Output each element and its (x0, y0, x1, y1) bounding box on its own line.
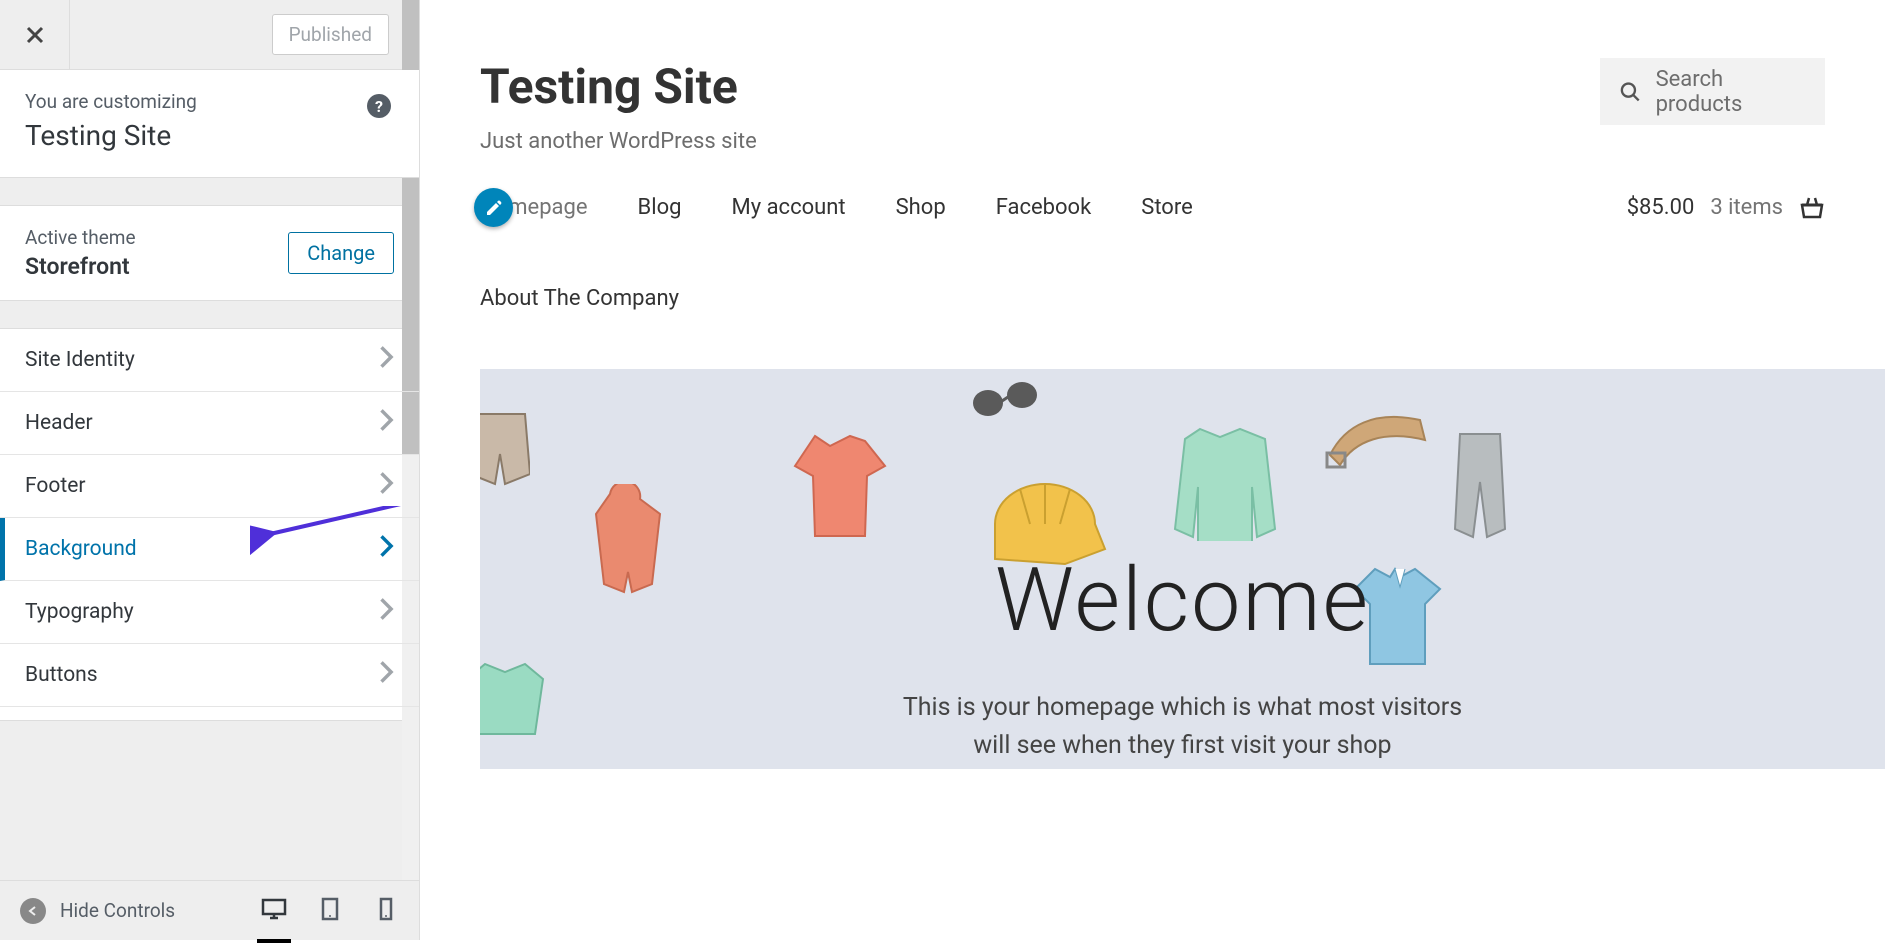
device-buttons (261, 896, 399, 926)
cart-items-count: 3 items (1710, 195, 1783, 220)
search-placeholder: Search products (1656, 67, 1805, 117)
chevron-right-icon (380, 409, 394, 437)
search-input[interactable]: Search products (1600, 58, 1825, 125)
sunglasses-illustration (970, 373, 1040, 428)
theme-name: Storefront (25, 253, 136, 280)
cart-total: $85.00 (1627, 195, 1695, 220)
menu-item-background[interactable]: Background (0, 518, 419, 581)
edit-shortcut-button[interactable] (474, 188, 513, 227)
device-desktop-button[interactable] (261, 896, 287, 926)
menu-item-buttons[interactable]: Buttons (0, 644, 419, 707)
collapse-icon (20, 898, 46, 924)
device-mobile-button[interactable] (373, 896, 399, 926)
help-icon[interactable]: ? (367, 94, 391, 118)
chevron-right-icon (380, 535, 394, 563)
active-theme-row: Active theme Storefront Change (0, 206, 419, 301)
menu-gap (0, 707, 419, 721)
menu-item-label: Typography (25, 600, 134, 624)
customizer-title-section: You are customizing Testing Site ? (0, 70, 419, 178)
nav-link-myaccount[interactable]: My account (732, 195, 846, 220)
preview-pane: Testing Site Just another WordPress site… (420, 0, 1885, 940)
menu-item-label: Site Identity (25, 348, 135, 372)
hero-section: Welcome This is your homepage which is w… (480, 369, 1885, 769)
trousers-illustration (1450, 429, 1510, 539)
menu-item-footer[interactable]: Footer (0, 455, 419, 518)
mobile-icon (373, 896, 399, 922)
hero-subtitle-line1: This is your homepage which is what most… (903, 693, 1462, 722)
spacer (0, 178, 419, 206)
chevron-right-icon (380, 661, 394, 689)
menu-item-site-identity[interactable]: Site Identity (0, 329, 419, 392)
pencil-icon (485, 199, 503, 217)
hero-subtitle: This is your homepage which is what most… (480, 689, 1885, 764)
menu-item-header[interactable]: Header (0, 392, 419, 455)
menu-item-typography[interactable]: Typography (0, 581, 419, 644)
belt-illustration (1325, 405, 1430, 480)
spacer (0, 301, 419, 329)
close-icon (25, 25, 45, 45)
longsleeve-illustration (1170, 421, 1280, 541)
close-button[interactable] (0, 0, 70, 70)
nav-link-shop[interactable]: Shop (896, 195, 946, 220)
menu-item-label: Background (25, 537, 137, 561)
site-tagline: Just another WordPress site (480, 129, 757, 154)
site-title[interactable]: Testing Site (480, 58, 757, 115)
hero-title: Welcome (480, 549, 1885, 652)
customizer-footer: Hide Controls (0, 880, 419, 940)
desktop-icon (261, 896, 287, 922)
menu-item-label: Header (25, 411, 93, 435)
primary-nav: Homepage Blog My account Shop Facebook S… (480, 154, 1885, 260)
chevron-right-icon (380, 598, 394, 626)
youare-label: You are customizing (25, 90, 394, 113)
customizer-header: Published (0, 0, 419, 70)
tablet-icon (317, 896, 343, 922)
published-button[interactable]: Published (272, 14, 389, 55)
tshirt-illustration (790, 431, 890, 541)
active-theme-label: Active theme (25, 226, 136, 249)
device-tablet-button[interactable] (317, 896, 343, 926)
nav-link-facebook[interactable]: Facebook (996, 195, 1092, 220)
change-theme-button[interactable]: Change (288, 232, 394, 274)
shorts-illustration (480, 409, 530, 489)
nav-link-blog[interactable]: Blog (638, 195, 682, 220)
basket-icon (1799, 196, 1825, 220)
customizer-sidebar: Published You are customizing Testing Si… (0, 0, 420, 940)
chevron-right-icon (380, 472, 394, 500)
about-heading: About The Company (480, 260, 1885, 369)
menu-item-label: Footer (25, 474, 85, 498)
customizer-site-name: Testing Site (25, 119, 394, 152)
cart-link[interactable]: $85.00 3 items (1627, 195, 1825, 220)
preview-header: Testing Site Just another WordPress site… (480, 0, 1885, 154)
menu-item-label: Buttons (25, 663, 98, 687)
chevron-right-icon (380, 346, 394, 374)
nav-link-store[interactable]: Store (1141, 195, 1193, 220)
hide-controls-button[interactable]: Hide Controls (20, 898, 175, 924)
customizer-menu: Site Identity Header Footer Background T… (0, 329, 419, 721)
hero-subtitle-line2: will see when they first visit your shop (973, 731, 1391, 760)
hide-controls-label: Hide Controls (60, 899, 175, 922)
search-icon (1620, 81, 1641, 103)
